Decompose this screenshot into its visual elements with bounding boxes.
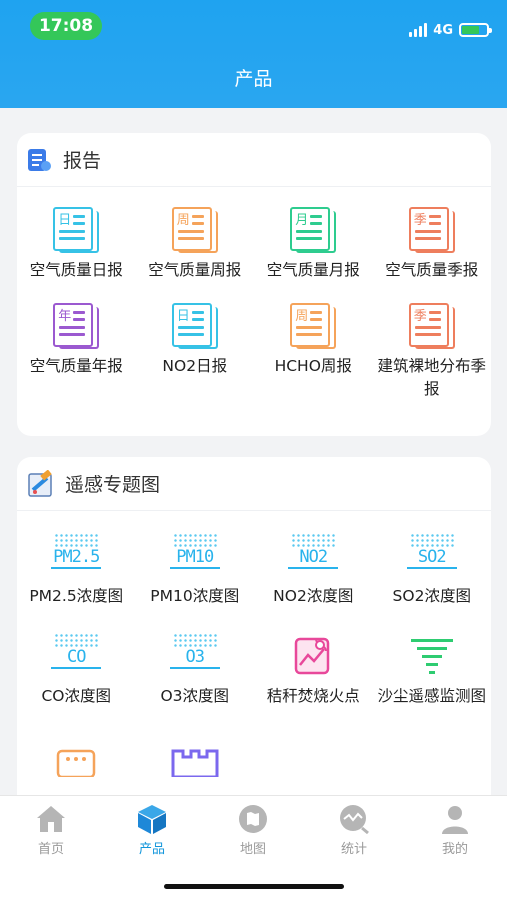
reports-header: 报告 [17, 133, 491, 187]
report-item[interactable]: 年空气质量年报 [17, 293, 136, 413]
pollutant-icon: SO2 [404, 533, 460, 579]
report-item-label: 空气质量季报 [385, 261, 479, 279]
tab-map-label: 地图 [239, 842, 266, 857]
network-label: 4G [433, 22, 453, 38]
report-doc-icon: 季 [408, 207, 455, 253]
report-item[interactable]: 周空气质量周报 [136, 187, 255, 293]
report-doc-icon: 日 [171, 303, 218, 349]
report-doc-icon: 年 [53, 303, 100, 349]
report-item[interactable]: 日空气质量日报 [17, 187, 136, 293]
remote-item[interactable]: PM10 PM10浓度图 [136, 511, 255, 619]
tab-products-label: 产品 [138, 842, 165, 857]
remote-title: 遥感专题图 [65, 474, 161, 496]
cube-icon [138, 805, 166, 834]
home-icon [37, 806, 65, 832]
remote-item-partial[interactable] [136, 739, 255, 779]
report-item-label: 空气质量日报 [29, 261, 123, 279]
remote-item[interactable]: 秸秆焚烧火点 [254, 619, 373, 739]
report-item-label: 空气质量年报 [29, 357, 123, 375]
chart-icon [340, 805, 369, 834]
report-doc-icon: 月 [290, 207, 337, 253]
tab-map[interactable]: 地图 [213, 804, 293, 857]
status-time: 17:08 [30, 12, 102, 40]
tab-stats-label: 统计 [340, 842, 367, 857]
remote-header: 遥感专题图 [17, 457, 491, 511]
user-icon [442, 806, 468, 834]
report-item[interactable]: 月空气质量月报 [254, 187, 373, 293]
report-doc-icon: 日 [53, 207, 100, 253]
pollutant-icon: PM10 [167, 533, 223, 579]
tab-stats[interactable]: 统计 [314, 804, 394, 857]
remote-grid: PM2.5 PM2.5浓度图 PM10 PM10浓度图 NO2 NO2浓度图 SO2 SO2浓… [17, 511, 491, 779]
pollutant-icon: PM2.5 [48, 533, 104, 579]
pollutant-icon: NO2 [285, 533, 341, 579]
map-icon [239, 805, 267, 833]
header-bar: 17:08 4G 产品 [0, 0, 507, 108]
report-item-label: 空气质量月报 [266, 261, 360, 279]
dust-funnel-icon [410, 639, 453, 674]
remote-item[interactable]: NO2 NO2浓度图 [254, 511, 373, 619]
remote-item-label: O3浓度图 [160, 687, 230, 705]
satellite-map-icon [28, 469, 52, 497]
remote-item-label: CO浓度图 [41, 687, 112, 705]
report-item[interactable]: 周 HCHO周报 [254, 293, 373, 413]
status-icons: 4G [409, 20, 492, 40]
tab-mine[interactable]: 我的 [415, 804, 495, 857]
remote-item[interactable]: CO CO浓度图 [17, 619, 136, 739]
battery-icon [459, 23, 492, 37]
remote-item-label: PM10浓度图 [150, 587, 240, 605]
reports-grid: 日空气质量日报周空气质量周报月空气质量月报季空气质量季报年空气质量年报日 NO2日… [17, 187, 491, 413]
report-doc-icon: 周 [290, 303, 337, 349]
fire-map-icon [295, 637, 330, 675]
tab-products[interactable]: 产品 [112, 804, 192, 857]
remote-item[interactable]: 沙尘遥感监测图 [373, 619, 492, 739]
remote-item[interactable]: O3 O3浓度图 [136, 619, 255, 739]
report-item-label: 空气质量周报 [148, 261, 242, 279]
report-item-label: HCHO周报 [274, 357, 352, 375]
remote-item-label: PM2.5浓度图 [29, 587, 124, 605]
report-section-icon [28, 148, 51, 171]
report-item-label: 建筑裸地分布季报 [377, 357, 486, 398]
remote-card: 遥感专题图 PM2.5 PM2.5浓度图 PM10 PM10浓度图 NO2 NO2浓度图 S… [17, 457, 491, 795]
signal-icon [409, 23, 428, 37]
report-doc-icon: 季 [408, 303, 455, 349]
sensor-icon [57, 749, 96, 777]
castle-map-icon [171, 749, 219, 777]
remote-item-label: NO2浓度图 [273, 587, 354, 605]
remote-item-label: SO2浓度图 [392, 587, 471, 605]
remote-item-label: 沙尘遥感监测图 [377, 687, 486, 705]
reports-title: 报告 [63, 150, 102, 172]
report-item-label: NO2日报 [162, 357, 228, 375]
pollutant-icon: CO [48, 633, 104, 679]
remote-item[interactable]: PM2.5 PM2.5浓度图 [17, 511, 136, 619]
pollutant-icon: O3 [167, 633, 223, 679]
tab-mine-label: 我的 [441, 842, 468, 857]
tab-home[interactable]: 首页 [11, 804, 91, 857]
remote-item-label: 秸秆焚烧火点 [266, 687, 360, 705]
report-doc-icon: 周 [171, 207, 218, 253]
remote-item[interactable]: SO2 SO2浓度图 [373, 511, 492, 619]
report-item[interactable]: 季建筑裸地分布季报 [373, 293, 492, 413]
report-item[interactable]: 日 NO2日报 [136, 293, 255, 413]
tab-home-label: 首页 [37, 842, 64, 857]
home-indicator [164, 884, 344, 889]
page-title: 产品 [234, 68, 273, 90]
remote-item-partial[interactable] [17, 739, 136, 779]
report-item[interactable]: 季空气质量季报 [373, 187, 492, 293]
reports-card: 报告 日空气质量日报周空气质量周报月空气质量月报季空气质量季报年空气质量年报日 N… [17, 133, 491, 436]
